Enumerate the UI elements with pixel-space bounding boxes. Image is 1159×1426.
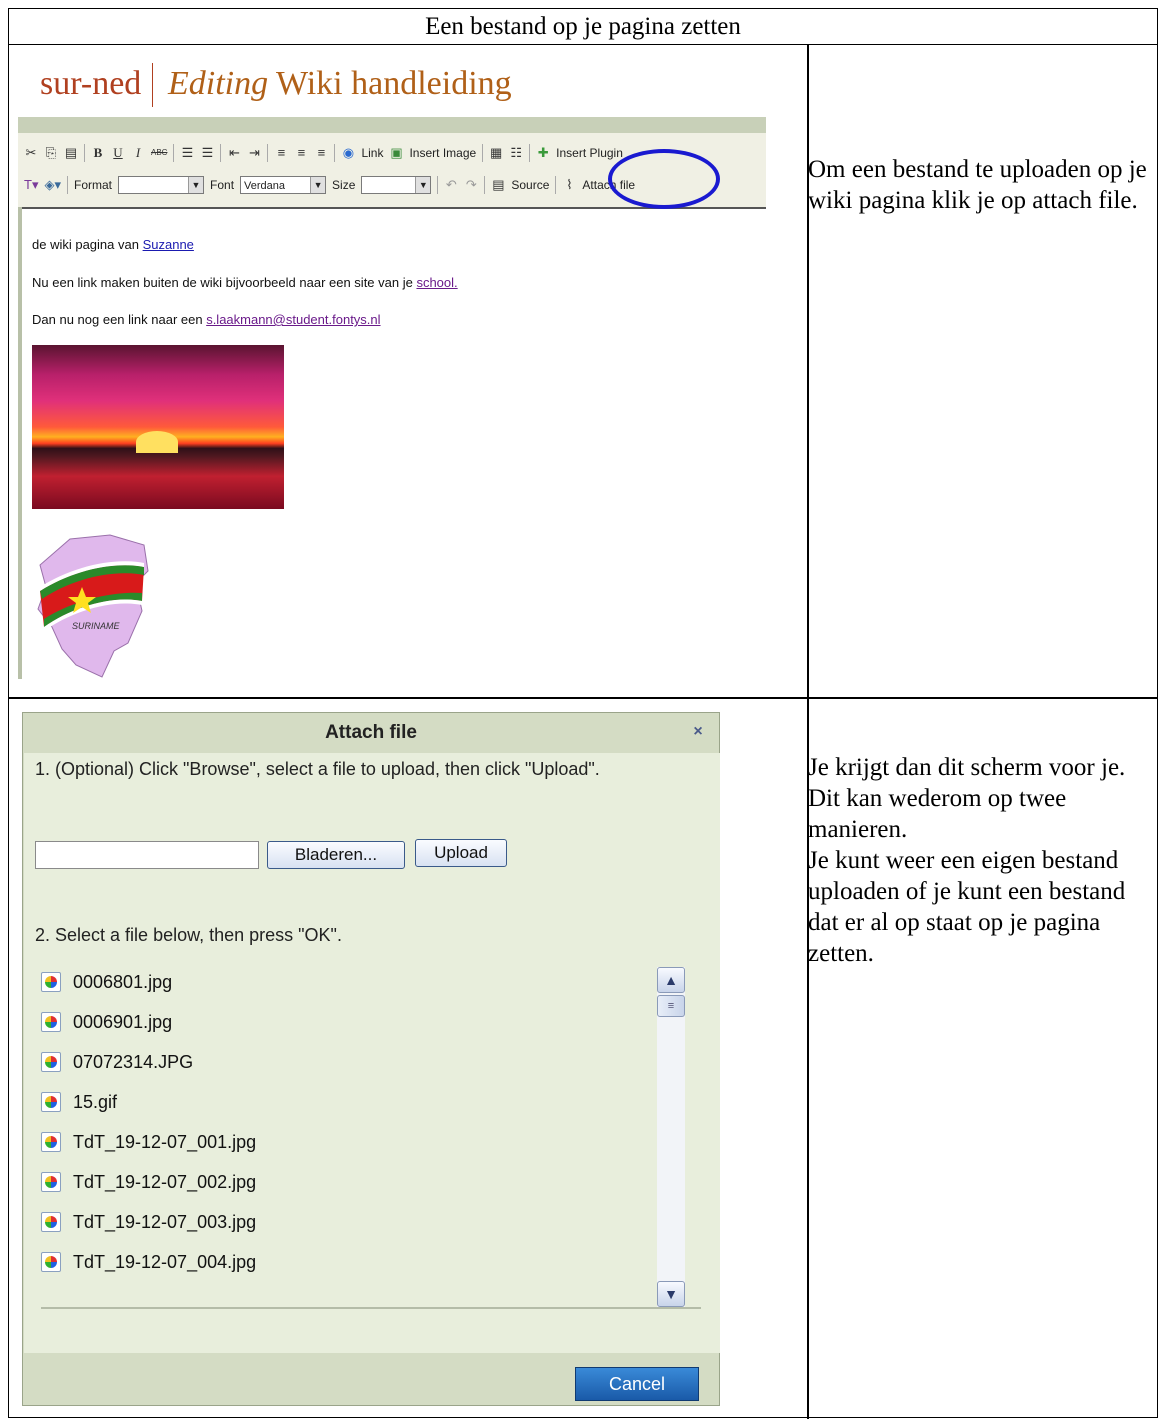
image-file-icon <box>41 1252 61 1272</box>
list-item[interactable]: TdT_19-12-07_003.jpg <box>41 1207 256 1237</box>
highlight-circle <box>608 149 720 209</box>
align-center-icon[interactable]: ≡ <box>294 144 308 162</box>
scroll-up-icon[interactable]: ▲ <box>657 967 685 993</box>
list-item[interactable]: 15.gif <box>41 1087 117 1117</box>
sunset-image <box>32 345 284 509</box>
close-icon[interactable]: × <box>689 723 707 741</box>
file-path-input[interactable] <box>35 841 259 869</box>
font-value: Verdana <box>244 180 286 192</box>
table-icon[interactable]: ▦ <box>489 144 503 162</box>
caption-line: Dit kan wederom op twee manieren. <box>808 785 1067 843</box>
suzanne-link[interactable]: Suzanne <box>143 237 194 252</box>
image-file-icon <box>41 1052 61 1072</box>
background-color-icon[interactable]: ◈▾ <box>44 176 61 194</box>
attach-file-dialog: Attach file × 1. (Optional) Click "Brows… <box>22 712 720 1406</box>
plugin-icon[interactable]: ✚ <box>536 144 550 162</box>
caption-attach-file: Om een bestand te uploaden op je wiki pa… <box>808 156 1147 214</box>
indent-icon[interactable]: ⇥ <box>247 144 261 162</box>
insert-plugin-button[interactable]: Insert Plugin <box>556 146 623 160</box>
email-link[interactable]: s.laakmann@student.fontys.nl <box>206 312 380 327</box>
link-button[interactable]: Link <box>361 146 383 160</box>
bulleted-list-icon[interactable]: ☰ <box>200 144 214 162</box>
insert-image-icon[interactable]: ▣ <box>389 144 403 162</box>
list-item[interactable]: 07072314.JPG <box>41 1047 193 1077</box>
site-name[interactable]: sur-ned <box>40 65 141 103</box>
caption-line: Je krijgt dan dit scherm voor je. <box>808 754 1126 781</box>
row-divider <box>9 697 1157 699</box>
font-label: Font <box>210 178 235 192</box>
chevron-down-icon: ▼ <box>188 177 204 193</box>
file-list-scrollbar[interactable]: ▲ ≡ ▼ <box>657 967 685 1307</box>
format-label: Format <box>74 178 113 192</box>
cut-icon[interactable]: ✂ <box>24 144 38 162</box>
image-file-icon <box>41 1212 61 1232</box>
page-name: Wiki handleiding <box>276 65 512 102</box>
numbered-list-icon[interactable]: ☰ <box>180 144 194 162</box>
insert-image-button[interactable]: Insert Image <box>409 146 476 160</box>
image-file-icon <box>41 1172 61 1192</box>
scroll-thumb[interactable]: ≡ <box>657 995 685 1017</box>
size-select[interactable]: ▼ <box>361 176 432 194</box>
list-item[interactable]: 0006801.jpg <box>41 967 172 997</box>
image-file-icon <box>41 1012 61 1032</box>
paste-icon[interactable]: ▤ <box>64 144 78 162</box>
toolbar-row-2: T▾ ◈▾ Format ▼ Font Verdana ▼ Size ▼ ↶ ↷ … <box>24 171 635 199</box>
flag-label: SURINAME <box>72 621 121 631</box>
copy-icon[interactable]: ⎘ <box>44 144 58 162</box>
format-select[interactable]: ▼ <box>118 176 205 194</box>
content-line-2: Nu een link maken buiten de wiki bijvoor… <box>32 275 458 290</box>
size-label: Size <box>332 178 356 192</box>
page-title: Editing Wiki handleiding <box>168 65 512 103</box>
list-item[interactable]: TdT_19-12-07_002.jpg <box>41 1167 256 1197</box>
upload-button[interactable]: Upload <box>415 839 507 867</box>
source-button[interactable]: Source <box>511 178 549 192</box>
redo-icon[interactable]: ↷ <box>464 176 478 194</box>
file-list: 0006801.jpg 0006901.jpg 07072314.JPG 15.… <box>41 967 661 1297</box>
content-line-3: Dan nu nog een link naar een s.laakmann@… <box>32 312 381 327</box>
image-file-icon <box>41 972 61 992</box>
italic-button[interactable]: I <box>131 144 145 162</box>
align-right-icon[interactable]: ≡ <box>314 144 328 162</box>
outdent-icon[interactable]: ⇤ <box>227 144 241 162</box>
dialog-title: Attach file <box>325 722 417 743</box>
list-item[interactable]: TdT_19-12-07_001.jpg <box>41 1127 256 1157</box>
editor-screenshot: sur-ned Editing Wiki handleiding ✂ ⎘ ▤ B… <box>18 53 766 679</box>
undo-icon[interactable]: ↶ <box>444 176 458 194</box>
editing-label: Editing <box>168 65 269 102</box>
caption-line: Je kunt weer een eigen bestand uploaden … <box>808 847 1126 967</box>
step-2-instruction: 2. Select a file below, then press "OK". <box>35 925 342 945</box>
school-link[interactable]: school. <box>416 275 457 290</box>
content-line-1: de wiki pagina van Suzanne <box>32 237 194 252</box>
editor-left-border <box>18 207 22 679</box>
title-band <box>18 117 766 133</box>
scroll-down-icon[interactable]: ▼ <box>657 1281 685 1307</box>
toolbar-row-1: ✂ ⎘ ▤ B U I ABC ☰ ☰ ⇤ ⇥ ≡ ≡ ≡ ◉ Link ▣ I… <box>24 139 623 167</box>
image-file-icon <box>41 1092 61 1112</box>
dialog-divider <box>41 1307 701 1309</box>
column-divider <box>807 45 809 1419</box>
caption-dialog: Je krijgt dan dit scherm voor je. Dit ka… <box>808 752 1153 969</box>
list-item[interactable]: TdT_19-12-07_004.jpg <box>41 1247 256 1277</box>
paperclip-icon[interactable]: ⌇ <box>562 176 576 194</box>
image-file-icon <box>41 1132 61 1152</box>
horizontal-rule-icon[interactable]: ☷ <box>509 144 523 162</box>
link-globe-icon[interactable]: ◉ <box>341 144 355 162</box>
strikethrough-button[interactable]: ABC <box>151 144 167 162</box>
cancel-button[interactable]: Cancel <box>575 1367 699 1401</box>
chevron-down-icon: ▼ <box>415 177 431 193</box>
browse-button[interactable]: Bladeren... <box>267 841 405 869</box>
list-item[interactable]: 0006901.jpg <box>41 1007 172 1037</box>
source-icon[interactable]: ▤ <box>491 176 505 194</box>
editor-title-bar: sur-ned Editing Wiki handleiding <box>18 53 766 117</box>
underline-button[interactable]: U <box>111 144 125 162</box>
suriname-map-image: SURINAME <box>37 534 149 678</box>
title-separator <box>152 63 153 107</box>
step-1-instruction: 1. (Optional) Click "Browse", select a f… <box>35 759 600 779</box>
chevron-down-icon: ▼ <box>310 177 326 193</box>
font-select[interactable]: Verdana ▼ <box>240 176 327 194</box>
table-header: Een bestand op je pagina zetten <box>9 9 1157 45</box>
align-left-icon[interactable]: ≡ <box>274 144 288 162</box>
bold-button[interactable]: B <box>91 144 105 162</box>
text-color-icon[interactable]: T▾ <box>24 176 38 194</box>
